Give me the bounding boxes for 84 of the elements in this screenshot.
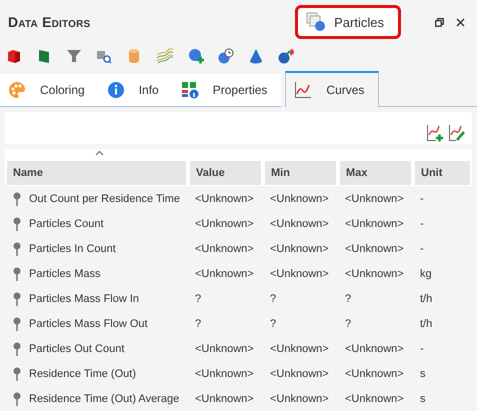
add-curve-icon[interactable] bbox=[426, 124, 444, 142]
pin-icon bbox=[12, 366, 22, 380]
table-cell: - bbox=[420, 192, 424, 204]
table-cell: - bbox=[420, 342, 424, 354]
table-cell: <Unknown> bbox=[270, 218, 329, 230]
table-cell: t/h bbox=[420, 318, 432, 330]
tab[interactable]: Curves bbox=[285, 71, 380, 107]
table-cell: ? bbox=[345, 318, 352, 330]
table-cell: <Unknown> bbox=[195, 192, 254, 204]
table-cell: <Unknown> bbox=[270, 242, 329, 254]
table-cell: <Unknown> bbox=[345, 392, 404, 404]
tab[interactable]: Info bbox=[98, 74, 173, 107]
sort-caret-icon bbox=[95, 150, 104, 156]
table-cell: Particles Out Count bbox=[29, 342, 124, 354]
table-cell: <Unknown> bbox=[195, 392, 254, 404]
filter-icon[interactable] bbox=[66, 48, 82, 64]
palette-icon bbox=[8, 81, 26, 99]
cube-search-icon[interactable] bbox=[96, 48, 112, 64]
table-cell: <Unknown> bbox=[195, 242, 254, 254]
table-cell: - bbox=[420, 242, 424, 254]
particles-icon bbox=[306, 12, 326, 32]
table-cell: Particles Mass bbox=[29, 268, 101, 280]
pin-icon bbox=[12, 192, 22, 206]
table-cell: <Unknown> bbox=[345, 192, 404, 204]
table-cell: Residence Time (Out) Average bbox=[29, 392, 180, 404]
table-cell: - bbox=[420, 218, 424, 230]
column-header[interactable]: Max bbox=[340, 161, 411, 185]
table-cell: <Unknown> bbox=[195, 368, 254, 380]
table-cell: Particles In Count bbox=[29, 242, 116, 254]
edit-curve-icon[interactable] bbox=[448, 124, 466, 142]
cone-icon[interactable] bbox=[248, 48, 264, 64]
table-cell: Residence Time (Out) bbox=[29, 368, 136, 380]
pin-icon bbox=[12, 392, 22, 406]
close-icon[interactable] bbox=[456, 18, 465, 26]
pin-icon bbox=[12, 292, 22, 306]
tab[interactable]: Properties bbox=[172, 74, 282, 107]
table-cell: ? bbox=[270, 318, 276, 330]
table-cell: <Unknown> bbox=[195, 268, 254, 280]
table-cell: t/h bbox=[420, 292, 432, 304]
column-header[interactable]: Name bbox=[7, 161, 186, 185]
table-cell: ? bbox=[345, 292, 352, 304]
table-cell: ? bbox=[195, 292, 202, 304]
add-particle-icon[interactable] bbox=[188, 48, 204, 64]
table-cell: Particles Mass Flow In bbox=[29, 292, 140, 304]
table-cell: <Unknown> bbox=[345, 268, 404, 280]
table-cell: Out Count per Residence Time bbox=[29, 192, 180, 204]
properties-icon bbox=[180, 81, 199, 99]
particle-burst-icon[interactable] bbox=[278, 48, 296, 64]
table-cell: s bbox=[420, 368, 426, 380]
table-cell: <Unknown> bbox=[270, 268, 329, 280]
plane-icon[interactable] bbox=[36, 48, 52, 64]
restore-icon[interactable] bbox=[435, 18, 444, 26]
tab[interactable]: Coloring bbox=[0, 74, 99, 107]
table-cell: <Unknown> bbox=[195, 342, 254, 354]
table-cell: ? bbox=[270, 292, 276, 304]
info-icon bbox=[106, 81, 125, 99]
table-cell: Particles Count bbox=[29, 218, 104, 230]
table-cell: ? bbox=[195, 318, 202, 330]
table-cell: <Unknown> bbox=[345, 218, 404, 230]
table-cell: <Unknown> bbox=[345, 242, 404, 254]
selection-badge[interactable]: Particles bbox=[295, 5, 401, 39]
pin-icon bbox=[12, 242, 22, 256]
table-cell: <Unknown> bbox=[270, 192, 329, 204]
pin-icon bbox=[12, 316, 22, 330]
table-cell: Particles Mass Flow Out bbox=[29, 318, 148, 330]
table-cell: <Unknown> bbox=[270, 392, 329, 404]
table-cell: <Unknown> bbox=[270, 342, 329, 354]
table-cell: <Unknown> bbox=[345, 368, 404, 380]
pin-icon bbox=[12, 266, 22, 280]
table-cell: kg bbox=[420, 268, 432, 280]
table-cell: <Unknown> bbox=[345, 342, 404, 354]
pin-icon bbox=[12, 342, 22, 356]
column-header[interactable]: Value bbox=[190, 161, 261, 185]
cube-icon[interactable] bbox=[6, 48, 22, 64]
panel-title: Data Editors bbox=[8, 14, 90, 30]
column-header[interactable]: Min bbox=[265, 161, 336, 185]
curve-chart-icon bbox=[294, 81, 312, 99]
column-header[interactable]: Unit bbox=[415, 161, 470, 185]
streamlines-icon[interactable] bbox=[156, 48, 174, 64]
table-cell: <Unknown> bbox=[270, 368, 329, 380]
pin-icon bbox=[12, 216, 22, 230]
table-cell: <Unknown> bbox=[195, 218, 254, 230]
particle-clock-icon[interactable] bbox=[218, 48, 234, 64]
table-cell: s bbox=[420, 392, 426, 404]
